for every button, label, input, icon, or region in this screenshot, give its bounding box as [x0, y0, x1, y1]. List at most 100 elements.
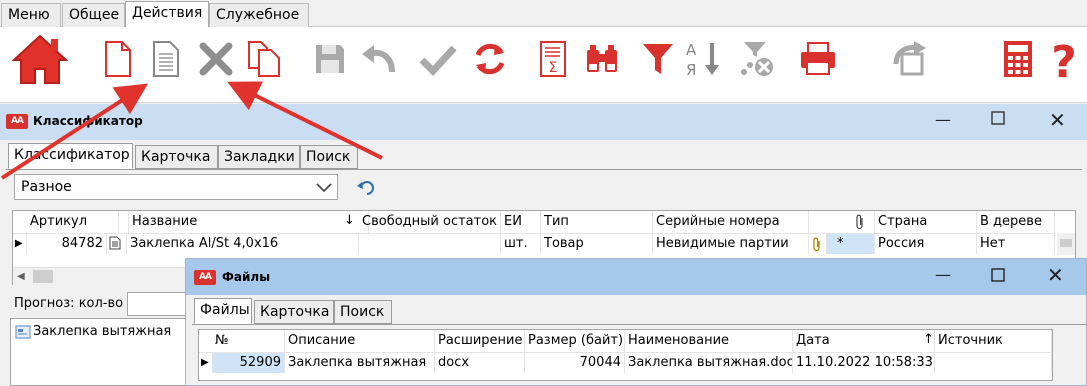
col-no[interactable]: № — [199, 330, 285, 352]
cell-extension[interactable]: docx — [435, 352, 525, 373]
col-extension[interactable]: Расширение — [435, 330, 525, 352]
category-dropdown-value: Разное — [21, 179, 72, 195]
col-serials[interactable]: Серийные номера — [653, 211, 809, 233]
category-dropdown[interactable]: Разное — [14, 174, 338, 200]
files-grid: № Описание Расширение Размер (байт) Наим… — [198, 329, 1053, 381]
tab-search[interactable]: Поиск — [300, 145, 358, 169]
tab-card[interactable]: Карточка — [135, 145, 218, 169]
scroll-thumb[interactable] — [33, 270, 53, 283]
cell-unit[interactable]: шт. — [501, 233, 541, 254]
svg-text:Я: Я — [686, 61, 696, 79]
clear-filter-icon[interactable] — [732, 35, 780, 83]
cell-article[interactable]: 84782 — [27, 233, 107, 254]
app-logo-icon: AA — [194, 270, 216, 285]
svg-text:A: A — [686, 41, 697, 59]
save-icon[interactable] — [306, 35, 354, 83]
cell-date[interactable]: 11.10.2022 10:58:33 — [793, 352, 935, 373]
tab-files-search[interactable]: Поиск — [334, 300, 392, 324]
cell-type[interactable]: Товар — [541, 233, 653, 254]
app-logo-icon: AA — [6, 114, 28, 129]
col-free-stock[interactable]: Свободный остаток — [359, 211, 501, 233]
maximize-icon[interactable] — [991, 267, 1005, 286]
classifier-title: Классификатор — [33, 114, 143, 128]
col-article[interactable]: Артикул — [27, 211, 119, 233]
col-source[interactable]: Источник — [935, 330, 1052, 352]
col-name[interactable]: Название — [129, 211, 369, 233]
col-country[interactable]: Страна — [875, 211, 977, 233]
redo-icon[interactable] — [886, 35, 934, 83]
attachment-marker-icon — [809, 233, 827, 254]
cell-country[interactable]: Россия — [875, 233, 977, 254]
col-size[interactable]: Размер (байт) — [525, 330, 625, 352]
calculator-icon[interactable] — [994, 35, 1042, 83]
document-icon — [107, 233, 127, 254]
filter-icon[interactable] — [634, 35, 682, 83]
copy-document-icon[interactable] — [240, 35, 288, 83]
forecast-label: Прогноз: кол-во — [14, 296, 124, 311]
col-date[interactable]: Дата — [793, 330, 935, 352]
sort-down-arrow-icon: ↓ — [344, 213, 355, 228]
col-attachment[interactable] — [809, 211, 875, 233]
cell-free-stock[interactable] — [359, 233, 501, 254]
binoculars-icon[interactable] — [578, 35, 626, 83]
col-unit[interactable]: ЕИ — [501, 211, 541, 233]
svg-text:?: ? — [1051, 37, 1077, 81]
help-icon[interactable]: ? — [1040, 35, 1087, 83]
sum-report-icon[interactable]: Σ — [530, 35, 578, 83]
close-icon[interactable]: ✕ — [1047, 263, 1064, 287]
chevron-down-icon — [316, 183, 332, 193]
tab-files[interactable]: Файлы — [194, 298, 252, 324]
undo-icon[interactable] — [354, 35, 402, 83]
files-tabs: Файлы Карточка Поиск — [194, 298, 594, 324]
classifier-titlebar: AA Классификатор — ✕ — [0, 104, 1087, 140]
col-in-tree[interactable]: В дереве — [977, 211, 1055, 233]
col-filename[interactable]: Наименование — [625, 330, 793, 352]
category-tree: Заклепка вытяжная — [10, 318, 190, 386]
row-pointer-icon: ▶ — [13, 233, 27, 254]
cell-size[interactable]: 70044 — [525, 352, 625, 373]
cell-name[interactable]: Заклепка Al/St 4,0x16 — [127, 233, 359, 254]
reset-dropdown-icon[interactable] — [356, 180, 376, 196]
vertical-scrollbar[interactable] — [1057, 233, 1075, 255]
scroll-left-icon[interactable]: ◀ — [17, 271, 25, 282]
forecast-qty-input[interactable] — [127, 292, 187, 316]
paperclip-icon — [856, 214, 863, 230]
sort-up-arrow-icon: ↑ — [923, 332, 934, 347]
new-document-icon[interactable] — [94, 35, 142, 83]
close-icon[interactable]: ✕ — [1049, 108, 1066, 132]
cell-filename[interactable]: Заклепка вытяжная.docx — [625, 352, 793, 373]
col-type[interactable]: Тип — [541, 211, 653, 233]
files-window: AA Файлы — ✕ Файлы Карточка Поиск № Опис… — [185, 258, 1087, 386]
menu-tab-actions[interactable]: Действия — [125, 1, 209, 28]
svg-text:Σ: Σ — [549, 60, 558, 76]
cell-source[interactable] — [935, 352, 1052, 373]
row-pointer-icon: ▶ — [199, 352, 213, 373]
col-description[interactable]: Описание — [285, 330, 435, 352]
delete-icon[interactable] — [192, 35, 240, 83]
cell-serials[interactable]: Невидимые партии — [653, 233, 809, 254]
files-titlebar: AA Файлы — ✕ — [186, 259, 1086, 295]
cell-attachment[interactable]: * — [827, 233, 875, 254]
cell-in-tree[interactable]: Нет — [977, 233, 1055, 254]
tree-node-icon — [15, 325, 31, 339]
menu-tab-menu[interactable]: Меню — [1, 3, 61, 27]
cell-description[interactable]: Заклепка вытяжная — [285, 352, 435, 373]
menu-tabs: Меню Общее Действия Служебное — [0, 0, 1087, 28]
sort-az-icon[interactable]: AЯ — [680, 35, 728, 83]
maximize-icon[interactable] — [991, 110, 1005, 129]
files-title: Файлы — [222, 270, 271, 284]
menu-tab-general[interactable]: Общее — [62, 3, 125, 27]
menu-tab-service[interactable]: Служебное — [209, 3, 309, 27]
tab-bookmarks[interactable]: Закладки — [218, 145, 300, 169]
document-text-icon[interactable] — [142, 35, 190, 83]
home-icon[interactable] — [10, 34, 70, 84]
print-icon[interactable] — [794, 35, 842, 83]
confirm-check-icon[interactable] — [414, 35, 462, 83]
tab-classifier[interactable]: Классификатор — [8, 143, 133, 169]
cell-no[interactable]: 52909 — [213, 352, 285, 373]
tab-files-card[interactable]: Карточка — [254, 300, 334, 324]
refresh-icon[interactable] — [466, 35, 514, 83]
minimize-icon[interactable]: — — [935, 265, 951, 284]
tree-item[interactable]: Заклепка вытяжная — [33, 324, 171, 339]
minimize-icon[interactable]: — — [935, 110, 951, 129]
